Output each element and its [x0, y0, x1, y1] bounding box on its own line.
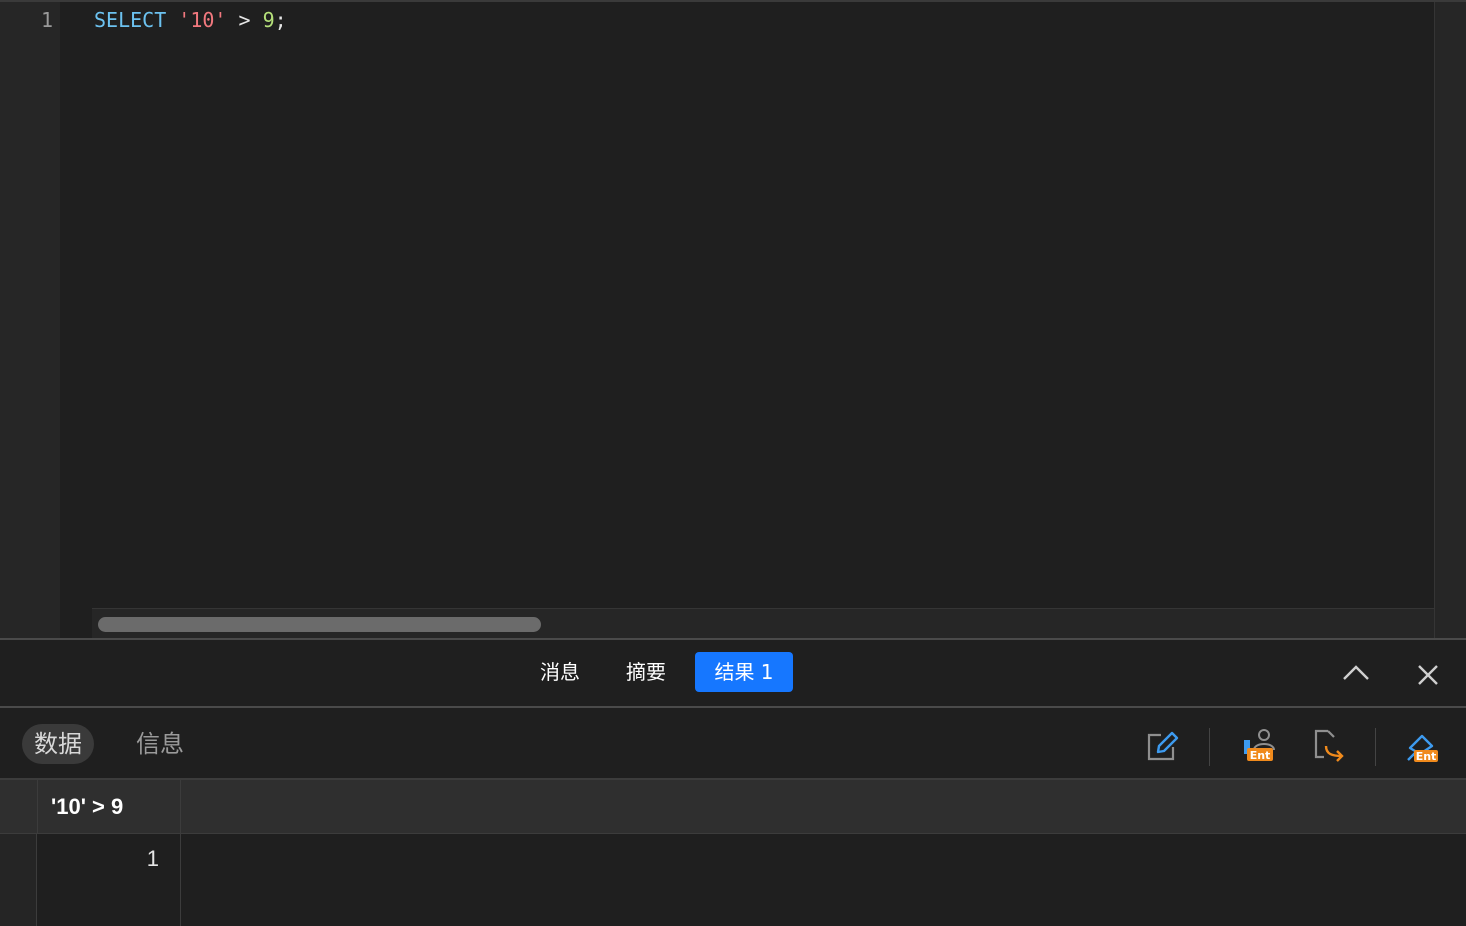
column-header[interactable]: '10' > 9 [37, 780, 181, 834]
sql-string-literal: '10' [178, 8, 227, 32]
sql-keyword: SELECT [94, 8, 167, 32]
enterprise-pin-button[interactable]: Ent [1402, 726, 1442, 766]
chevron-up-icon [1343, 665, 1369, 680]
close-panel-button[interactable] [1412, 660, 1444, 690]
ent-badge-label: Ent [1250, 749, 1271, 762]
table-cell[interactable]: 1 [37, 834, 181, 926]
enterprise-pin-icon: Ent [1407, 734, 1438, 763]
export-button[interactable] [1308, 726, 1348, 766]
row-selector-gutter[interactable] [0, 834, 37, 926]
subtab-data[interactable]: 数据 [22, 724, 94, 764]
horizontal-scrollbar-thumb[interactable] [98, 617, 541, 632]
line-number-gutter: 1 [0, 2, 60, 638]
toolbar-divider [1209, 728, 1210, 766]
close-icon [1418, 665, 1438, 685]
enterprise-user-icon: Ent [1244, 729, 1275, 762]
sql-terminator: ; [274, 8, 287, 32]
ent-badge-label: Ent [1416, 750, 1437, 763]
enterprise-user-button[interactable]: Ent [1238, 726, 1278, 766]
sql-number-literal: 9 [262, 8, 275, 32]
result-tabs-bar: 消息 摘要 结果 1 [0, 638, 1466, 708]
sql-operator: > [238, 8, 251, 32]
edit-button[interactable] [1142, 726, 1182, 766]
horizontal-scrollbar[interactable] [92, 608, 1434, 638]
tab-messages[interactable]: 消息 [522, 652, 598, 692]
result-grid[interactable]: '10' > 9 1 [0, 780, 1466, 926]
grid-header: '10' > 9 [0, 780, 1466, 834]
edit-icon [1147, 731, 1179, 761]
subtab-info[interactable]: 信息 [124, 724, 196, 764]
result-subtoolbar: 数据 信息 Ent Ent [0, 708, 1466, 780]
tab-result-1[interactable]: 结果 1 [695, 652, 793, 692]
sql-editor[interactable]: 1 SELECT '10' > 9; [0, 0, 1466, 638]
toolbar-divider [1375, 728, 1376, 766]
code-area[interactable]: SELECT '10' > 9; [60, 2, 1434, 608]
collapse-panel-button[interactable] [1338, 658, 1374, 688]
line-number: 1 [40, 8, 53, 32]
export-icon [1314, 729, 1344, 762]
code-line[interactable]: SELECT '10' > 9; [94, 8, 287, 32]
tab-summary[interactable]: 摘要 [608, 652, 684, 692]
vertical-scrollbar[interactable] [1434, 2, 1466, 638]
